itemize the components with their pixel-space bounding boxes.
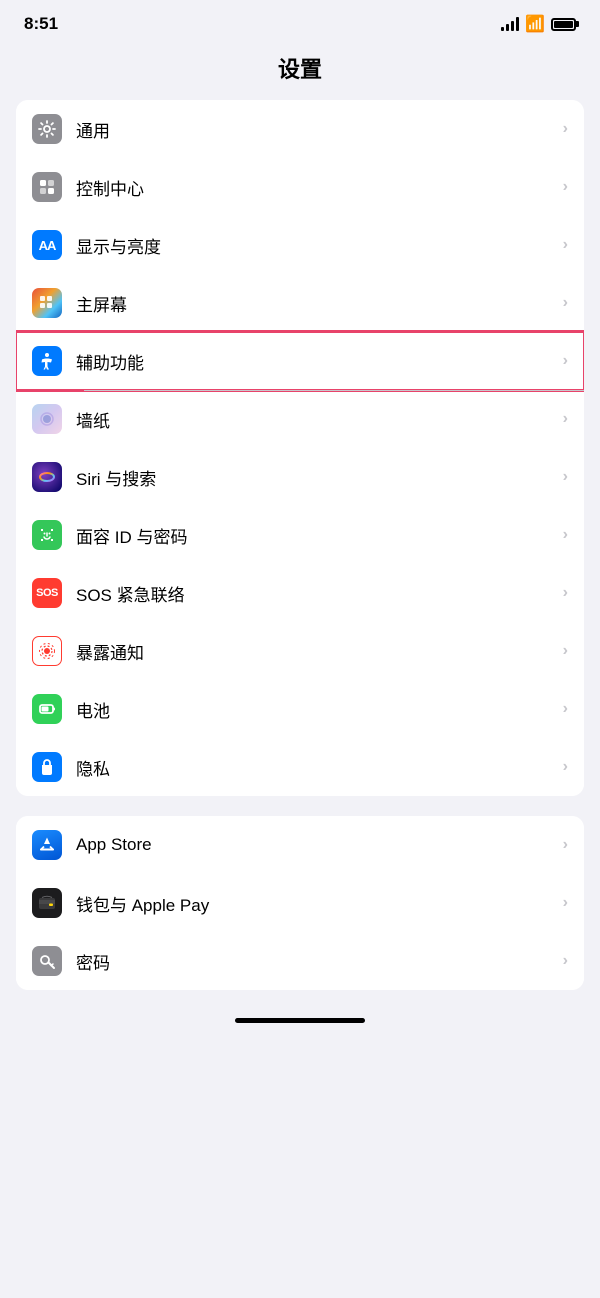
status-icons: 📶: [501, 14, 576, 34]
settings-row-app-store[interactable]: App Store ›: [16, 816, 584, 874]
faceid-label: 面容 ID 与密码: [76, 523, 557, 548]
wallpaper-chevron: ›: [563, 410, 568, 428]
settings-row-passwords[interactable]: 密码 ›: [16, 932, 584, 990]
display-chevron: ›: [563, 236, 568, 254]
settings-row-exposure[interactable]: 暴露通知 ›: [16, 622, 584, 680]
home-indicator: [0, 1010, 600, 1027]
wallet-label: 钱包与 Apple Pay: [76, 891, 557, 916]
faceid-chevron: ›: [563, 526, 568, 544]
accessibility-label: 辅助功能: [76, 349, 557, 374]
passwords-chevron: ›: [563, 952, 568, 970]
exposure-chevron: ›: [563, 642, 568, 660]
battery-status-icon: [551, 18, 576, 31]
settings-group-1: 通用 › 控制中心 › AA 显示与亮度 ›: [16, 100, 584, 796]
siri-label: Siri 与搜索: [76, 465, 557, 490]
accessibility-icon: [32, 346, 62, 376]
settings-row-accessibility[interactable]: 辅助功能 ›: [16, 332, 584, 390]
sos-label: SOS 紧急联络: [76, 581, 557, 606]
settings-row-display[interactable]: AA 显示与亮度 ›: [16, 216, 584, 274]
home-bar: [235, 1018, 365, 1023]
settings-row-home-screen[interactable]: 主屏幕 ›: [16, 274, 584, 332]
app-store-label: App Store: [76, 835, 557, 855]
general-chevron: ›: [563, 120, 568, 138]
settings-row-general[interactable]: 通用 ›: [16, 100, 584, 158]
settings-row-sos[interactable]: SOS SOS 紧急联络 ›: [16, 564, 584, 622]
faceid-icon: [32, 520, 62, 550]
passwords-label: 密码: [76, 949, 557, 974]
siri-icon: [32, 462, 62, 492]
home-screen-label: 主屏幕: [76, 291, 557, 316]
general-label: 通用: [76, 117, 557, 142]
sos-icon: SOS: [32, 578, 62, 608]
accessibility-chevron: ›: [563, 352, 568, 370]
wallpaper-icon: [32, 404, 62, 434]
app-store-icon: [32, 830, 62, 860]
settings-row-siri[interactable]: Siri 与搜索 ›: [16, 448, 584, 506]
battery-chevron: ›: [563, 700, 568, 718]
settings-row-control-center[interactable]: 控制中心 ›: [16, 158, 584, 216]
control-center-label: 控制中心: [76, 175, 557, 200]
general-icon: [32, 114, 62, 144]
control-center-chevron: ›: [563, 178, 568, 196]
battery-icon: [32, 694, 62, 724]
privacy-icon: [32, 752, 62, 782]
wallet-chevron: ›: [563, 894, 568, 912]
settings-row-faceid[interactable]: 面容 ID 与密码 ›: [16, 506, 584, 564]
home-screen-chevron: ›: [563, 294, 568, 312]
battery-label: 电池: [76, 697, 557, 722]
app-store-chevron: ›: [563, 836, 568, 854]
settings-group-2: App Store › 钱包与 Apple Pay › 密码 ›: [16, 816, 584, 990]
settings-row-wallet[interactable]: 钱包与 Apple Pay ›: [16, 874, 584, 932]
settings-row-wallpaper[interactable]: 墙纸 ›: [16, 390, 584, 448]
siri-chevron: ›: [563, 468, 568, 486]
privacy-label: 隐私: [76, 755, 557, 780]
sos-chevron: ›: [563, 584, 568, 602]
exposure-label: 暴露通知: [76, 639, 557, 664]
page-title: 设置: [0, 42, 600, 100]
settings-row-battery[interactable]: 电池 ›: [16, 680, 584, 738]
signal-icon: [501, 17, 519, 31]
status-bar: 8:51 📶: [0, 0, 600, 42]
status-time: 8:51: [24, 14, 58, 34]
passwords-icon: [32, 946, 62, 976]
wallet-icon: [32, 888, 62, 918]
control-center-icon: [32, 172, 62, 202]
wifi-icon: 📶: [525, 14, 545, 34]
privacy-chevron: ›: [563, 758, 568, 776]
exposure-icon: [32, 636, 62, 666]
wallpaper-label: 墙纸: [76, 407, 557, 432]
display-icon: AA: [32, 230, 62, 260]
settings-row-privacy[interactable]: 隐私 ›: [16, 738, 584, 796]
home-screen-icon: [32, 288, 62, 318]
display-label: 显示与亮度: [76, 233, 557, 258]
